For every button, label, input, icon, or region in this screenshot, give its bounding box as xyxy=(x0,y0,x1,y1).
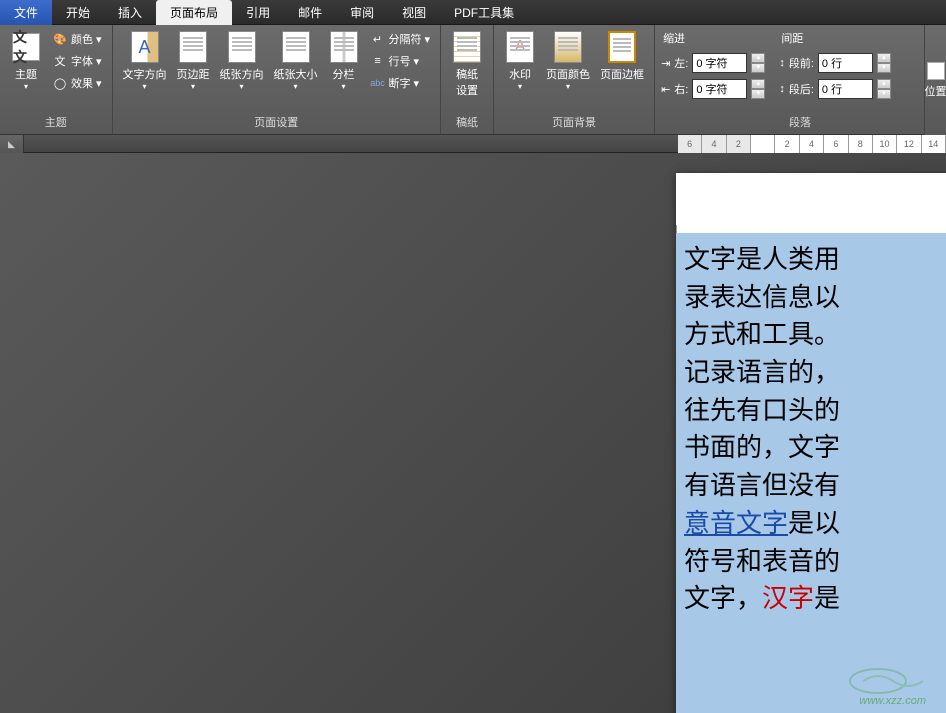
indent-left-up[interactable]: ▴ xyxy=(751,53,765,63)
tab-references[interactable]: 引用 xyxy=(232,0,284,25)
hyphenation-icon: abc xyxy=(370,75,386,91)
page-color-button[interactable]: 页面颜色▾ xyxy=(542,29,594,93)
ruler-corner[interactable]: ◣ xyxy=(0,135,24,153)
spacing-before-label: 段前: xyxy=(789,55,814,71)
group-page-background: A水印▾ 页面颜色▾ 页面边框 页面背景 xyxy=(494,25,655,134)
line-numbers-icon: ≡ xyxy=(370,53,386,69)
indent-left-row: ⇥ 左: ▴▾ xyxy=(661,53,765,73)
indent-right-up[interactable]: ▴ xyxy=(751,79,765,89)
colors-icon: 🎨 xyxy=(52,31,68,47)
spacing-after-up[interactable]: ▴ xyxy=(877,79,891,89)
group-page-setup: A文字方向▾ 页边距▾ 纸张方向▾ 纸张大小▾ 分栏▾ ↵分隔符▾ ≡行号▾ a… xyxy=(113,25,442,134)
spacing-after-down[interactable]: ▾ xyxy=(877,89,891,99)
group-label-theme: 主题 xyxy=(4,112,108,134)
paper-size-button[interactable]: 纸张大小▾ xyxy=(270,29,322,93)
ribbon: 文文 主题 ▾ 🎨颜色▾ 文字体▾ ◯效果▾ 主题 A文字方向▾ 页边距▾ 纸张… xyxy=(0,25,946,135)
orientation-icon xyxy=(226,31,258,63)
red-text: 汉字 xyxy=(762,583,814,613)
tab-review[interactable]: 审阅 xyxy=(336,0,388,25)
paper-size-icon xyxy=(280,31,312,63)
menu-tabs: 文件 开始 插入 页面布局 引用 邮件 审阅 视图 PDF工具集 xyxy=(0,0,946,25)
watermark-text: www.xzz.com xyxy=(859,695,926,707)
spacing-before-row: ↕ 段前: ▴▾ xyxy=(779,53,891,73)
indent-right-row: ⇤ 右: ▴▾ xyxy=(661,79,765,99)
hyphenation-button[interactable]: abc断字▾ xyxy=(366,73,435,93)
columns-button[interactable]: 分栏▾ xyxy=(324,29,364,93)
spacing-before-icon: ↕ xyxy=(779,57,785,69)
columns-icon xyxy=(328,31,360,63)
indent-left-down[interactable]: ▾ xyxy=(751,63,765,73)
tab-insert[interactable]: 插入 xyxy=(104,0,156,25)
tab-pdf-tools[interactable]: PDF工具集 xyxy=(440,0,528,25)
indent-header: 缩进 xyxy=(661,29,765,47)
indent-right-down[interactable]: ▾ xyxy=(751,89,765,99)
tab-view[interactable]: 视图 xyxy=(388,0,440,25)
breaks-icon: ↵ xyxy=(370,31,386,47)
ruler-bar: ◣ 6 4 2 2 4 6 8 10 12 14 xyxy=(0,135,946,153)
indent-right-input[interactable] xyxy=(692,79,747,99)
document-page[interactable]: 文字是人类用 录表达信息以 方式和工具。 记录语言的， 往先有口头的 书面的，文… xyxy=(676,173,946,713)
group-label-page-bg: 页面背景 xyxy=(498,112,650,134)
page-borders-icon xyxy=(606,31,638,63)
position-button[interactable]: 位置 xyxy=(921,60,946,101)
orientation-button[interactable]: 纸张方向▾ xyxy=(216,29,268,93)
manuscript-settings-button[interactable]: 稿纸 设置 xyxy=(447,29,487,100)
spacing-header: 间距 xyxy=(779,29,891,47)
hyperlink-text[interactable]: 意音文字 xyxy=(684,508,788,538)
indent-left-icon: ⇥ xyxy=(661,57,670,70)
indent-left-input[interactable] xyxy=(692,53,747,73)
group-label-page-setup: 页面设置 xyxy=(117,112,437,134)
indent-right-icon: ⇤ xyxy=(661,83,670,96)
group-theme: 文文 主题 ▾ 🎨颜色▾ 文字体▾ ◯效果▾ 主题 xyxy=(0,25,113,134)
spacing-before-input[interactable] xyxy=(818,53,873,73)
group-manuscript: 稿纸 设置 稿纸 xyxy=(441,25,494,134)
watermark-button[interactable]: A水印▾ xyxy=(500,29,540,93)
tab-home[interactable]: 开始 xyxy=(52,0,104,25)
position-icon xyxy=(927,62,945,80)
watermark-logo-icon xyxy=(848,667,938,695)
indent-right-label: 右: xyxy=(674,81,688,97)
spacing-before-up[interactable]: ▴ xyxy=(877,53,891,63)
theme-fonts-button[interactable]: 文字体▾ xyxy=(48,51,106,71)
spacing-after-label: 段后: xyxy=(789,81,814,97)
spacing-after-input[interactable] xyxy=(818,79,873,99)
group-paragraph: 缩进 ⇥ 左: ▴▾ ⇤ 右: ▴▾ 间距 ↕ 段前: xyxy=(655,25,946,134)
spacing-after-icon: ↕ xyxy=(779,83,785,95)
spacing-before-down[interactable]: ▾ xyxy=(877,63,891,73)
group-label-manuscript: 稿纸 xyxy=(445,112,489,134)
text-direction-button[interactable]: A文字方向▾ xyxy=(119,29,171,93)
indent-left-label: 左: xyxy=(674,55,688,71)
page-borders-button[interactable]: 页面边框 xyxy=(596,29,648,84)
group-label-paragraph: 段落 xyxy=(659,112,941,134)
theme-colors-button[interactable]: 🎨颜色▾ xyxy=(48,29,106,49)
fonts-icon: 文 xyxy=(52,53,68,69)
watermark-icon: A xyxy=(504,31,536,63)
tab-mail[interactable]: 邮件 xyxy=(284,0,336,25)
margins-icon xyxy=(177,31,209,63)
chevron-down-icon: ▾ xyxy=(24,82,28,91)
spacing-after-row: ↕ 段后: ▴▾ xyxy=(779,79,891,99)
breaks-button[interactable]: ↵分隔符▾ xyxy=(366,29,435,49)
document-area[interactable]: 文字是人类用 录表达信息以 方式和工具。 记录语言的， 往先有口头的 书面的，文… xyxy=(0,153,946,713)
line-numbers-button[interactable]: ≡行号▾ xyxy=(366,51,435,71)
tab-page-layout[interactable]: 页面布局 xyxy=(156,0,232,25)
manuscript-icon xyxy=(451,31,483,63)
theme-effects-button[interactable]: ◯效果▾ xyxy=(48,73,106,93)
horizontal-ruler[interactable]: 6 4 2 2 4 6 8 10 12 14 xyxy=(678,135,946,153)
tab-file[interactable]: 文件 xyxy=(0,0,52,25)
text-direction-icon: A xyxy=(129,31,161,63)
group-arrange-partial: 位置 xyxy=(924,25,946,135)
themes-icon: 文文 xyxy=(10,31,42,63)
selected-text[interactable]: 文字是人类用 录表达信息以 方式和工具。 记录语言的， 往先有口头的 书面的，文… xyxy=(676,233,946,713)
page-color-icon xyxy=(552,31,584,63)
margins-button[interactable]: 页边距▾ xyxy=(173,29,214,93)
effects-icon: ◯ xyxy=(52,75,68,91)
themes-button[interactable]: 文文 主题 ▾ xyxy=(6,29,46,93)
